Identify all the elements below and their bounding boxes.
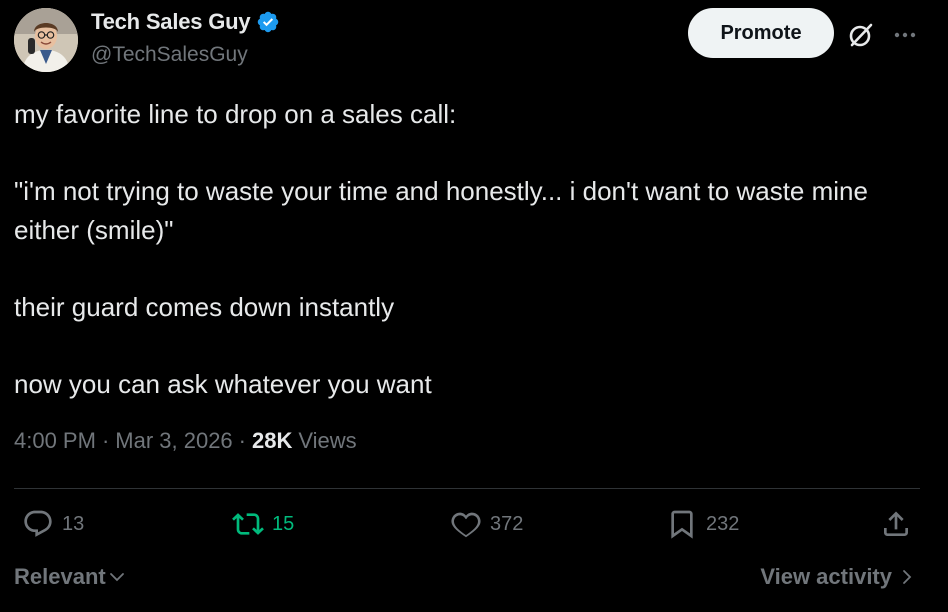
verified-badge-icon	[256, 10, 280, 34]
retweet-count: 15	[272, 512, 295, 535]
tweet-line: their guard comes down instantly	[14, 291, 395, 322]
views-count[interactable]: 28K	[252, 428, 292, 454]
grok-icon[interactable]	[846, 20, 876, 50]
avatar-image	[14, 8, 78, 72]
tweet-line: now you can ask whatever you want	[14, 368, 432, 399]
bookmark-icon	[671, 510, 693, 539]
tweet-line	[14, 326, 914, 365]
like-button[interactable]: 372	[450, 508, 523, 540]
sort-label: Relevant	[14, 564, 106, 589]
tweet-meta: 4:00 PM · Mar 3, 2026 · 28K Views	[14, 428, 357, 454]
bookmark-button[interactable]: 232	[666, 508, 739, 540]
retweet-button[interactable]: 15	[232, 508, 294, 540]
meta-separator: ·	[238, 428, 246, 453]
bookmark-count: 232	[706, 512, 740, 535]
avatar[interactable]	[14, 8, 78, 72]
author-name-row[interactable]: Tech Sales Guy	[91, 9, 280, 35]
heart-icon	[451, 512, 481, 538]
share-button[interactable]	[880, 508, 912, 540]
view-activity-link[interactable]: View activity	[760, 564, 916, 590]
reply-icon	[24, 510, 52, 537]
tweet-text: my favorite line to drop on a sales call…	[14, 95, 914, 403]
tweet-line: "i'm not trying to waste your time and h…	[14, 176, 876, 245]
divider	[14, 488, 920, 489]
author-display-name[interactable]: Tech Sales Guy	[91, 9, 251, 35]
tweet-line: my favorite line to drop on a sales call…	[14, 99, 457, 129]
tweet-time[interactable]: 4:00 PM	[14, 428, 96, 454]
chevron-right-icon	[903, 570, 912, 584]
share-icon	[884, 511, 908, 536]
like-count: 372	[490, 512, 524, 535]
view-activity-label: View activity	[760, 564, 892, 589]
views-label[interactable]: Views	[298, 428, 356, 454]
reply-count: 13	[62, 512, 85, 535]
retweet-icon	[232, 513, 264, 535]
author-handle[interactable]: @TechSalesGuy	[91, 43, 248, 67]
tweet-date[interactable]: Mar 3, 2026	[115, 428, 232, 454]
tweet-line	[14, 134, 914, 173]
promote-button[interactable]: Promote	[688, 8, 834, 58]
more-icon[interactable]	[892, 22, 918, 48]
tweet-line	[14, 249, 914, 288]
chevron-down-icon	[109, 573, 124, 582]
reply-button[interactable]: 13	[22, 508, 84, 540]
meta-separator: ·	[101, 428, 110, 453]
sort-replies-dropdown[interactable]: Relevant	[14, 564, 126, 590]
